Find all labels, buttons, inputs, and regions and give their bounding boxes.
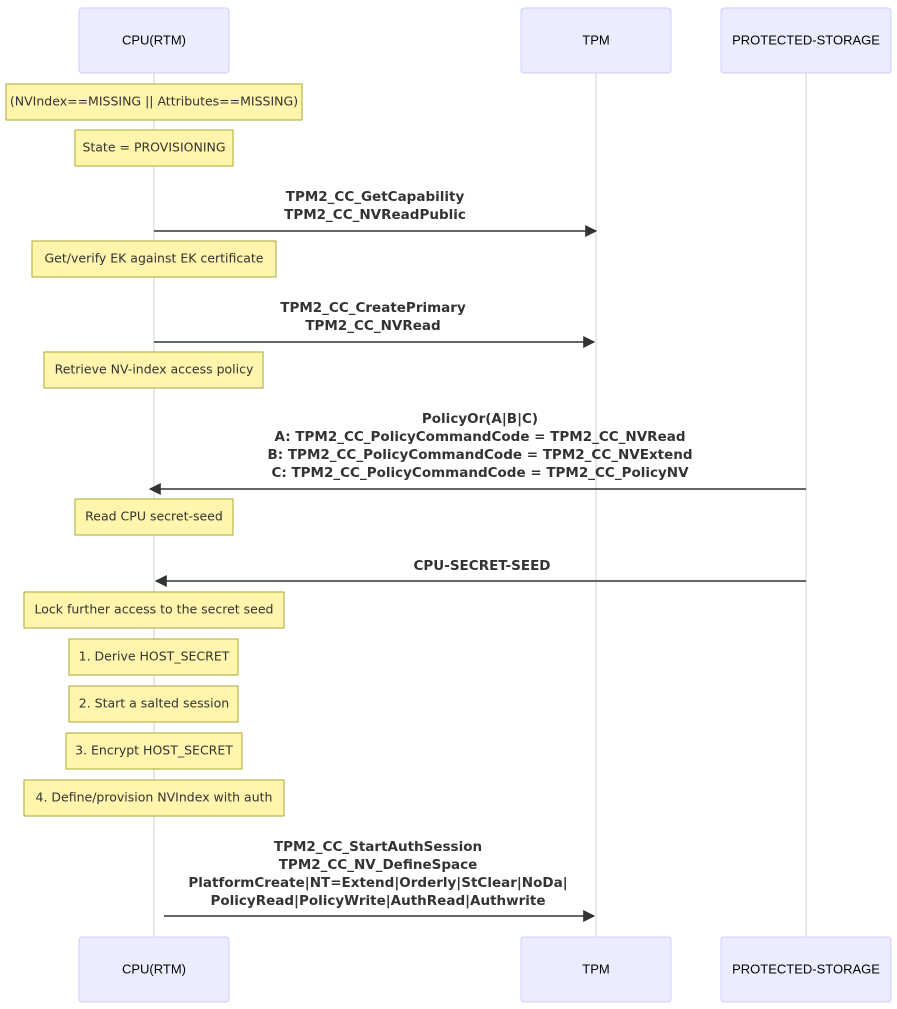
message-create-primary: TPM2_CC_CreatePrimary TPM2_CC_NVRead xyxy=(154,300,596,348)
svg-text:PlatformCreate|NT=Extend|Order: PlatformCreate|NT=Extend|Orderly|StClear… xyxy=(188,875,567,891)
message-define-space: TPM2_CC_StartAuthSession TPM2_CC_NV_Defi… xyxy=(164,839,596,922)
svg-text:Lock further access to the sec: Lock further access to the secret seed xyxy=(34,602,273,617)
svg-text:TPM2_CC_NVReadPublic: TPM2_CC_NVReadPublic xyxy=(284,207,466,223)
message-get-capability: TPM2_CC_GetCapability TPM2_CC_NVReadPubl… xyxy=(154,189,598,237)
svg-text:(NVIndex==MISSING || Attribute: (NVIndex==MISSING || Attributes==MISSING… xyxy=(10,94,298,109)
note: 4. Define/provision NVIndex with auth xyxy=(23,779,285,817)
svg-text:Get/verify EK against EK certi: Get/verify EK against EK certificate xyxy=(45,251,264,266)
svg-text:TPM2_CC_NV_DefineSpace: TPM2_CC_NV_DefineSpace xyxy=(279,857,478,873)
svg-text:B: TPM2_CC_PolicyCommandCode =: B: TPM2_CC_PolicyCommandCode = TPM2_CC_N… xyxy=(267,447,692,463)
participant-cpu-top: CPU(RTM) xyxy=(78,7,230,74)
note: Get/verify EK against EK certificate xyxy=(31,240,277,278)
svg-text:PROTECTED-STORAGE: PROTECTED-STORAGE xyxy=(732,961,880,976)
svg-text:TPM: TPM xyxy=(582,32,609,47)
participant-tpm-top: TPM xyxy=(520,7,672,74)
svg-text:TPM2_CC_NVRead: TPM2_CC_NVRead xyxy=(305,318,440,334)
note: 1. Derive HOST_SECRET xyxy=(68,638,239,676)
svg-text:PolicyOr(A|B|C): PolicyOr(A|B|C) xyxy=(422,411,538,427)
message-policy-or: PolicyOr(A|B|C) A: TPM2_CC_PolicyCommand… xyxy=(148,411,806,495)
note: 2. Start a salted session xyxy=(68,685,239,723)
note: State = PROVISIONING xyxy=(74,129,234,167)
svg-text:State = PROVISIONING: State = PROVISIONING xyxy=(82,140,225,155)
svg-text:A: TPM2_CC_PolicyCommandCode =: A: TPM2_CC_PolicyCommandCode = TPM2_CC_N… xyxy=(275,429,686,445)
svg-text:4. Define/provision NVIndex wi: 4. Define/provision NVIndex with auth xyxy=(36,790,273,805)
svg-text:CPU-SECRET-SEED: CPU-SECRET-SEED xyxy=(413,558,550,574)
svg-text:TPM2_CC_GetCapability: TPM2_CC_GetCapability xyxy=(286,189,465,205)
participant-tpm-bottom: TPM xyxy=(520,936,672,1003)
participant-protected-storage-bottom: PROTECTED-STORAGE xyxy=(720,936,892,1003)
svg-text:1. Derive HOST_SECRET: 1. Derive HOST_SECRET xyxy=(79,649,230,664)
svg-text:CPU(RTM): CPU(RTM) xyxy=(122,961,186,976)
svg-text:3. Encrypt HOST_SECRET: 3. Encrypt HOST_SECRET xyxy=(75,743,233,758)
svg-text:PROTECTED-STORAGE: PROTECTED-STORAGE xyxy=(732,32,880,47)
svg-text:2. Start a salted session: 2. Start a salted session xyxy=(79,696,229,711)
note: 3. Encrypt HOST_SECRET xyxy=(65,732,243,770)
note: (NVIndex==MISSING || Attributes==MISSING… xyxy=(5,83,303,121)
svg-text:C: TPM2_CC_PolicyCommandCode =: C: TPM2_CC_PolicyCommandCode = TPM2_CC_P… xyxy=(271,465,689,481)
svg-text:Read CPU secret-seed: Read CPU secret-seed xyxy=(85,509,223,524)
svg-text:TPM: TPM xyxy=(582,961,609,976)
note: Read CPU secret-seed xyxy=(74,498,234,536)
svg-text:TPM2_CC_StartAuthSession: TPM2_CC_StartAuthSession xyxy=(274,839,482,855)
note: Retrieve NV-index access policy xyxy=(43,351,264,389)
svg-text:Retrieve NV-index access polic: Retrieve NV-index access policy xyxy=(55,362,254,377)
sequence-diagram: CPU(RTM) TPM PROTECTED-STORAGE CPU(RTM) … xyxy=(5,7,892,1003)
svg-text:PolicyRead|PolicyWrite|AuthRea: PolicyRead|PolicyWrite|AuthRead|Authwrit… xyxy=(210,893,545,909)
svg-text:TPM2_CC_CreatePrimary: TPM2_CC_CreatePrimary xyxy=(280,300,466,316)
svg-text:CPU(RTM): CPU(RTM) xyxy=(122,32,186,47)
participant-cpu-bottom: CPU(RTM) xyxy=(78,936,230,1003)
note: Lock further access to the secret seed xyxy=(23,591,285,629)
message-cpu-secret-seed: CPU-SECRET-SEED xyxy=(154,558,806,587)
participant-protected-storage-top: PROTECTED-STORAGE xyxy=(720,7,892,74)
